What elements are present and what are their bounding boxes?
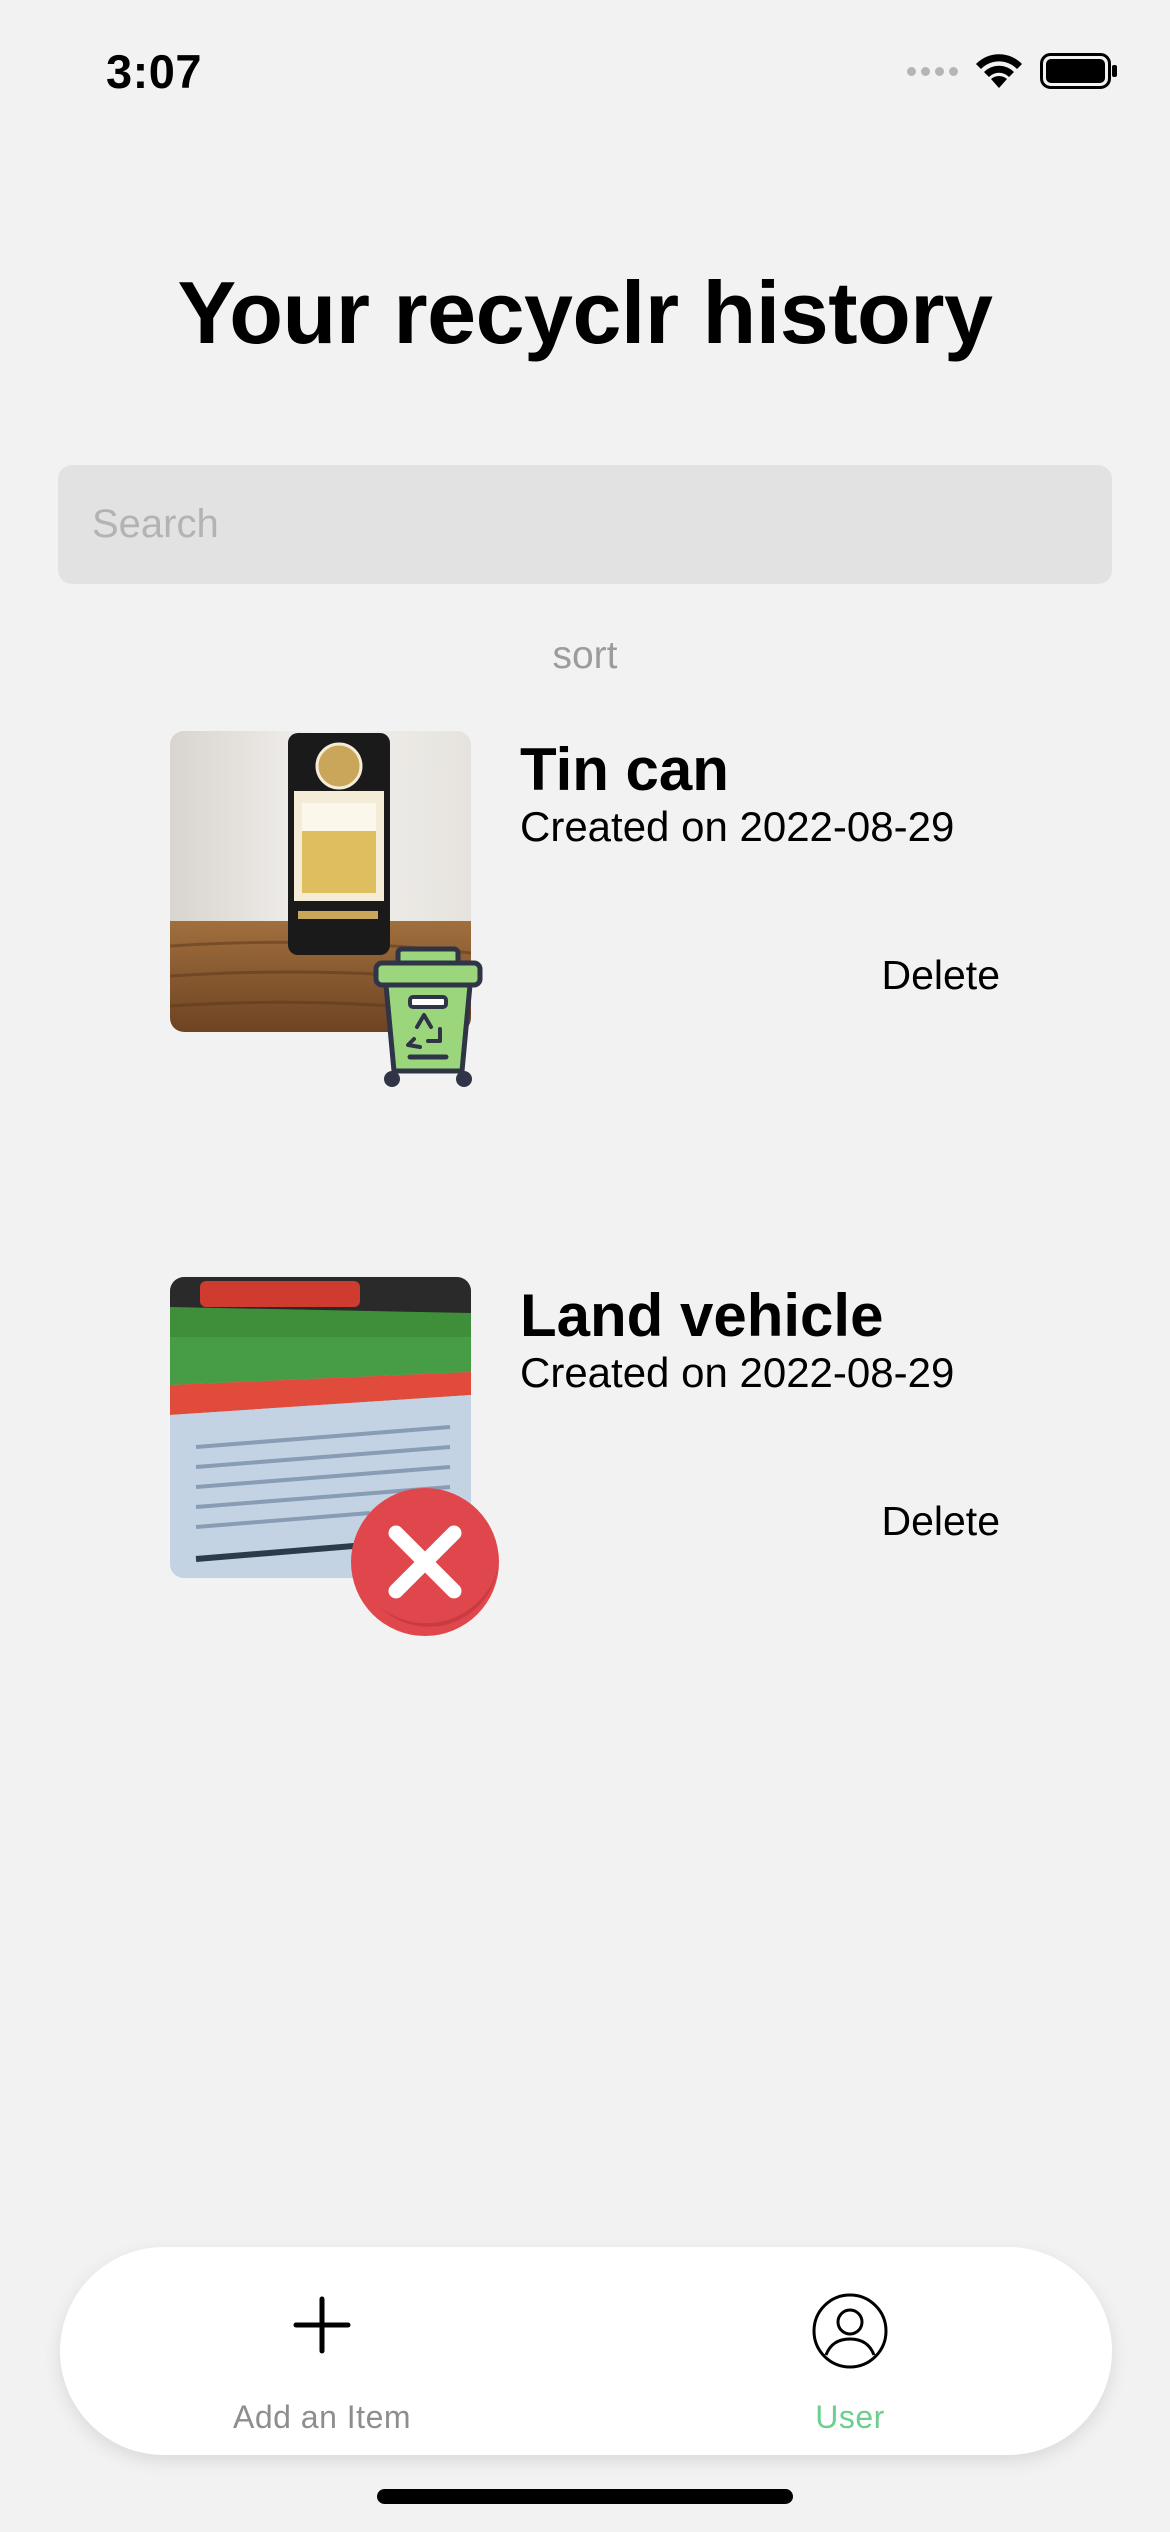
page-title: Your recyclr history xyxy=(177,263,993,362)
nav-user-label: User xyxy=(815,2399,885,2435)
cellular-signal-icon xyxy=(907,66,958,76)
search-bar[interactable] xyxy=(58,465,1112,584)
nav-user[interactable]: User xyxy=(700,2247,1000,2455)
item-name: Tin can xyxy=(520,736,729,803)
history-screen: 3:07 Your recyclr history sort xyxy=(0,0,1170,2532)
search-input[interactable] xyxy=(58,465,1112,584)
user-icon xyxy=(812,2293,888,2369)
status-icons xyxy=(907,52,1118,90)
bottom-nav-bar: Add an Item User xyxy=(60,2247,1112,2455)
history-item: Land vehicle Created on 2022-08-29 Delet… xyxy=(170,1277,1030,1657)
history-item: Tin can Created on 2022-08-29 Delete xyxy=(170,731,1030,1111)
red-x-icon xyxy=(351,1488,499,1636)
home-indicator[interactable] xyxy=(377,2489,793,2504)
delete-button[interactable]: Delete xyxy=(881,952,1000,999)
delete-button[interactable]: Delete xyxy=(881,1498,1000,1545)
nav-add-item-label: Add an Item xyxy=(232,2399,412,2435)
sort-button[interactable]: sort xyxy=(0,634,1170,678)
item-name: Land vehicle xyxy=(520,1282,884,1349)
status-time: 3:07 xyxy=(106,45,203,98)
battery-icon xyxy=(1040,53,1117,89)
item-created-date: Created on 2022-08-29 xyxy=(520,1349,955,1396)
recycle-bin-icon xyxy=(373,946,483,1087)
wifi-icon xyxy=(976,54,1022,88)
item-created-date: Created on 2022-08-29 xyxy=(520,803,955,850)
nav-add-item[interactable]: Add an Item xyxy=(172,2247,472,2455)
status-bar: 3:07 xyxy=(0,0,1170,140)
plus-icon xyxy=(293,2296,351,2354)
